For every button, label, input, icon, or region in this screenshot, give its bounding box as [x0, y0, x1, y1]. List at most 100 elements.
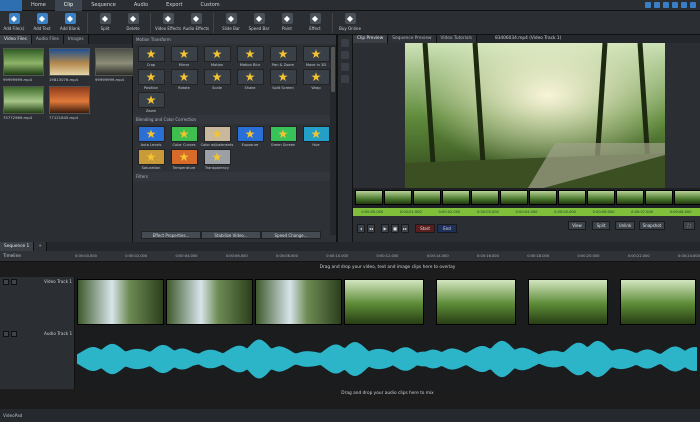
audio-waveform[interactable]: [77, 333, 698, 385]
ribbon-button-6[interactable]: ◆ Audio Effects: [182, 11, 210, 35]
tab-audio-files[interactable]: Audio Files: [31, 35, 64, 44]
snapshot-button[interactable]: Snapshot: [639, 221, 665, 230]
fullscreen-button[interactable]: ⛶: [683, 221, 695, 230]
preview-time-ruler[interactable]: 0:00:00.000 0:00:01.000 0:00:02.000 0:00:03…: [353, 208, 700, 216]
effect-item[interactable]: ★ Motion Blur: [235, 46, 265, 67]
track-mute-icon[interactable]: [3, 279, 9, 285]
tab-video-files[interactable]: Video Files: [0, 35, 32, 44]
effect-item[interactable]: ★ Crop: [136, 46, 166, 67]
help-icon[interactable]: [663, 2, 669, 8]
effect-item[interactable]: ★ Auto Levels: [136, 126, 166, 147]
ribbon-button-11[interactable]: ◆ Buy Online: [336, 11, 364, 35]
filmstrip-frame: [442, 190, 470, 205]
effect-properties-button[interactable]: Effect Properties...: [141, 231, 201, 239]
effect-item[interactable]: ★ Mirror: [169, 46, 199, 67]
tool-icon[interactable]: [341, 39, 349, 47]
ribbon-separator: [213, 13, 214, 33]
effect-item[interactable]: ★ Position: [136, 69, 166, 90]
menu-audio[interactable]: Audio: [125, 0, 157, 11]
tool-icon[interactable]: [341, 51, 349, 59]
media-file-item[interactable]: 19813076.mp4: [49, 48, 93, 82]
preview-filmstrip[interactable]: [353, 188, 700, 208]
menu-home[interactable]: Home: [22, 0, 55, 11]
effect-item[interactable]: ★ Exposure: [235, 126, 265, 147]
timeline-ruler[interactable]: Timeline 0:00:00.000 0:00:02.000 0:00:04.0…: [0, 251, 700, 262]
prev-frame-button[interactable]: ◂: [357, 224, 365, 233]
effects-scroll-thumb[interactable]: [331, 47, 335, 92]
effect-item[interactable]: ★ Motion: [202, 46, 232, 67]
effect-item[interactable]: ★ Zoom: [136, 92, 166, 113]
tab-clip-preview[interactable]: Clip Preview: [353, 35, 389, 43]
start-button[interactable]: Start: [415, 224, 435, 233]
menu-clip[interactable]: Clip: [54, 0, 83, 11]
menu-export[interactable]: Export: [157, 0, 191, 11]
tab-images[interactable]: Images: [63, 35, 89, 44]
effect-item[interactable]: ★ Wrap: [301, 69, 331, 90]
effect-item[interactable]: ★ Color adjustments: [201, 126, 233, 147]
twitter-icon[interactable]: [654, 2, 660, 8]
unlink-button[interactable]: Unlink: [615, 221, 635, 230]
video-clip[interactable]: [528, 279, 608, 325]
menu-sequence[interactable]: Sequence: [82, 0, 125, 11]
effects-scrollbar[interactable]: [330, 45, 336, 235]
track-lock-icon[interactable]: [11, 279, 17, 285]
effect-item[interactable]: ★ Rotate: [169, 69, 199, 90]
video-clip[interactable]: [77, 279, 164, 325]
ribbon-button-1[interactable]: ◆ Add Text: [28, 11, 56, 35]
effect-item[interactable]: ★ Green Screen: [268, 126, 298, 147]
forward-button[interactable]: ▸▸: [401, 224, 409, 233]
stabilize-video-button[interactable]: Stabilize Video...: [201, 231, 261, 239]
effect-item[interactable]: ★ Temperature: [169, 149, 199, 170]
media-file-item[interactable]: 75772969.mp4: [3, 86, 47, 120]
ribbon-button-2[interactable]: ◆ Add Blank: [56, 11, 84, 35]
audio-lock-icon[interactable]: [11, 331, 17, 337]
end-button[interactable]: End: [437, 224, 457, 233]
video-clip[interactable]: [344, 279, 424, 325]
effect-label: Exposure: [241, 143, 259, 147]
effect-item[interactable]: ★ Color Curves: [169, 126, 199, 147]
media-file-item[interactable]: 77121845.mp4: [49, 86, 93, 120]
tool-icon[interactable]: [341, 63, 349, 71]
stop-button[interactable]: ■: [391, 224, 399, 233]
ribbon-button-3[interactable]: ◆ Split: [91, 11, 119, 35]
tab-sequence-preview[interactable]: Sequence Preview: [388, 35, 437, 43]
timecode-label: 0:00:03.000: [476, 210, 499, 214]
ribbon-button-9[interactable]: ◆ Paint: [273, 11, 301, 35]
ribbon-button-8[interactable]: ◆ Speed Bar: [245, 11, 273, 35]
speed-change-button[interactable]: Speed Change...: [261, 231, 321, 239]
split-button[interactable]: Split: [592, 221, 610, 230]
video-clip[interactable]: [255, 279, 342, 325]
video-clip[interactable]: [436, 279, 516, 325]
ribbon-button-7[interactable]: ◆ Slide Bar: [217, 11, 245, 35]
facebook-icon[interactable]: [645, 2, 651, 8]
rewind-button[interactable]: ◂◂: [367, 224, 375, 233]
ribbon-button-10[interactable]: ◆ Effect: [301, 11, 329, 35]
maximize-icon[interactable]: [681, 2, 687, 8]
minimize-icon[interactable]: [672, 2, 678, 8]
effect-item[interactable]: ★ Transparency: [202, 149, 232, 170]
effect-item[interactable]: ★ Pan & Zoom: [268, 46, 298, 67]
tab-video-tutorials[interactable]: Video Tutorials: [436, 35, 477, 43]
tool-icon[interactable]: [341, 75, 349, 83]
video-clip[interactable]: [166, 279, 253, 325]
tab-sequence-1[interactable]: Sequence 1: [0, 242, 35, 251]
video-clip[interactable]: [620, 279, 696, 325]
play-button[interactable]: ▶: [381, 224, 389, 233]
effect-item[interactable]: ★ Split Screen: [268, 69, 298, 90]
media-file-item[interactable]: 99999999.mp4: [3, 48, 47, 82]
effect-item[interactable]: ★ Saturation: [136, 149, 166, 170]
ribbon-button-0[interactable]: ◆ Add File(s): [0, 11, 28, 35]
ribbon-button-5[interactable]: ◆ Video Effects: [154, 11, 182, 35]
menu-custom[interactable]: Custom: [191, 0, 228, 11]
ribbon-button-4[interactable]: ◆ Delete: [119, 11, 147, 35]
effect-item[interactable]: ★ Shake: [235, 69, 265, 90]
effect-item[interactable]: ★ Hue: [301, 126, 331, 147]
tab-add-sequence[interactable]: +: [34, 242, 47, 251]
effect-item[interactable]: ★ Move in 3D: [301, 46, 331, 67]
effect-item[interactable]: ★ Scale: [202, 69, 232, 90]
audio-mute-icon[interactable]: [3, 331, 9, 337]
app-menu-button[interactable]: [0, 0, 22, 11]
view-button[interactable]: View: [568, 221, 586, 230]
close-icon[interactable]: [690, 2, 696, 8]
magic-icon: ◆: [309, 13, 321, 24]
